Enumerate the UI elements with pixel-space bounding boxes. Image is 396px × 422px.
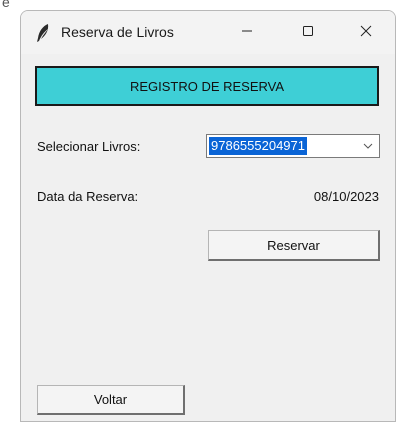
- window-title: Reserva de Livros: [61, 24, 174, 40]
- minimize-icon: [241, 24, 253, 42]
- chevron-down-icon[interactable]: [361, 139, 375, 153]
- close-icon: [360, 24, 372, 42]
- reservation-date-label: Data da Reserva:: [37, 189, 139, 204]
- maximize-button[interactable]: [283, 11, 333, 54]
- reservation-date-value: 08/10/2023: [313, 189, 379, 204]
- close-button[interactable]: [341, 11, 391, 54]
- reserve-button[interactable]: Reservar: [208, 230, 380, 261]
- title-bar[interactable]: Reserva de Livros: [21, 11, 395, 54]
- maximize-icon: [302, 24, 314, 42]
- stray-text: e: [2, 0, 10, 10]
- books-combobox[interactable]: 9786555204971: [206, 134, 380, 158]
- combobox-selected-value[interactable]: 9786555204971: [209, 137, 307, 155]
- feather-icon: [35, 23, 51, 43]
- page-header: REGISTRO DE RESERVA: [35, 66, 379, 106]
- select-books-label: Selecionar Livros:: [37, 139, 141, 154]
- back-button[interactable]: Voltar: [37, 385, 185, 415]
- minimize-button[interactable]: [222, 11, 272, 54]
- app-window: Reserva de Livros REGISTRO DE RESERVA Se…: [20, 10, 396, 422]
